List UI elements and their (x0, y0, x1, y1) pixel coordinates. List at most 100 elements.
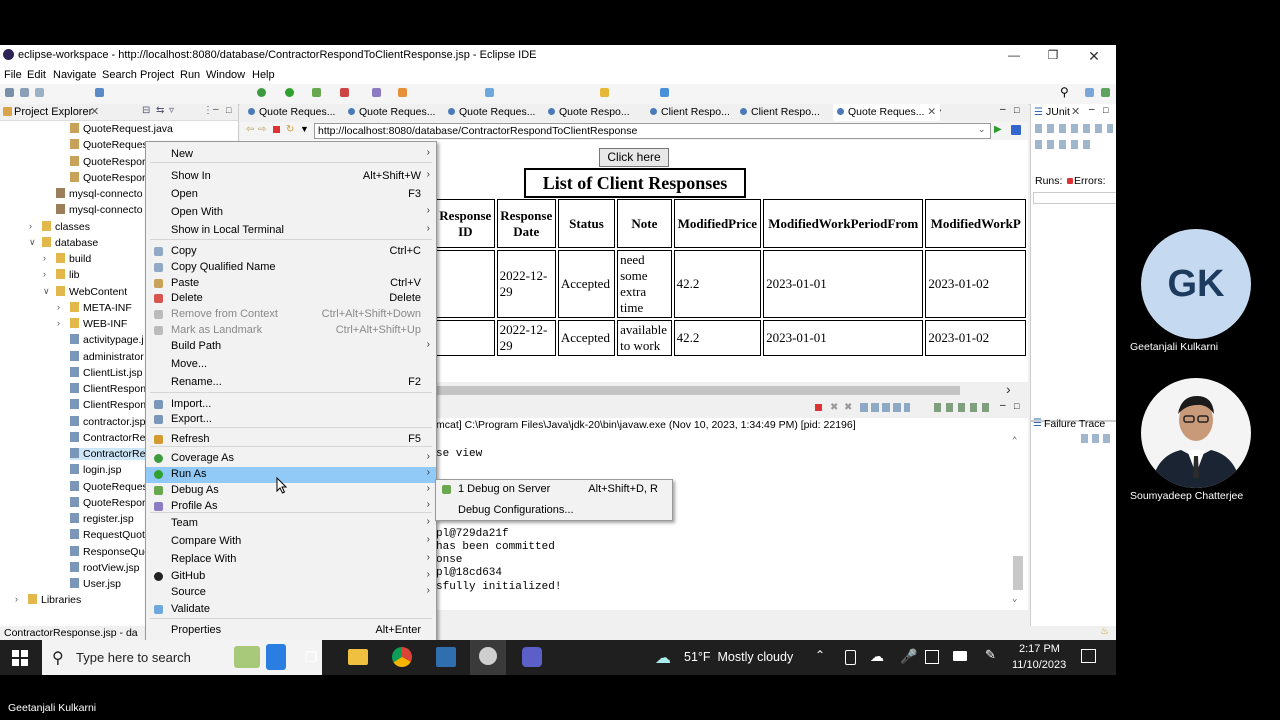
expand-toggle-icon[interactable]: › (57, 318, 60, 328)
editor-tab[interactable]: Quote Reques... ✕ (833, 104, 941, 121)
save-all-icon[interactable] (35, 88, 44, 97)
click-here-button[interactable]: Click here (599, 148, 669, 167)
tree-item[interactable]: login.jsp (70, 464, 122, 476)
editor-tab[interactable]: Quote Reques... (348, 106, 435, 118)
open-type-icon[interactable] (398, 88, 407, 97)
phone-link-icon[interactable] (845, 650, 856, 665)
junit-toolbar-icon[interactable] (1035, 124, 1113, 133)
tree-item[interactable]: QuoteReques (70, 480, 148, 493)
submenu-item-debug-on-server[interactable]: 1 Debug on Server Alt+Shift+D, R (436, 482, 672, 498)
expand-toggle-icon[interactable]: ∨ (29, 237, 36, 248)
menu-item-team[interactable]: Team › (146, 516, 436, 532)
menu-item-export[interactable]: Export... (146, 412, 436, 428)
junit-toolbar-icon[interactable] (1035, 140, 1095, 149)
expand-toggle-icon[interactable]: › (29, 221, 32, 231)
menu-item-rename[interactable]: Rename... F2 (146, 375, 436, 391)
search-toolbar-icon[interactable] (485, 88, 494, 97)
close-junit-icon[interactable]: ✕ (1071, 105, 1080, 118)
tree-item[interactable]: WebContent (56, 285, 127, 298)
terminal-icon[interactable] (95, 88, 104, 97)
menu-item-open[interactable]: Open F3 (146, 187, 436, 203)
maximize-junit-icon[interactable]: □ (1103, 105, 1108, 115)
remove-launch-icon[interactable]: ✖ (830, 402, 838, 413)
expand-toggle-icon[interactable]: › (43, 253, 46, 263)
tree-item[interactable]: ClientRespon (70, 399, 146, 411)
menu-item-show-in-local-terminal[interactable]: Show in Local Terminal › (146, 223, 436, 239)
task-view-icon[interactable]: ❐ (305, 649, 318, 666)
expand-toggle-icon[interactable]: › (15, 594, 18, 604)
menu-item-validate[interactable]: Validate (146, 602, 436, 618)
menu-item-coverage-as[interactable]: Coverage As › (146, 451, 436, 467)
menu-item-import[interactable]: Import... (146, 397, 436, 413)
teams-icon[interactable] (522, 647, 542, 667)
menu-item-open-with[interactable]: Open With › (146, 205, 436, 221)
tree-item[interactable]: QuoteRespor (70, 171, 145, 184)
menu-item-compare-with[interactable]: Compare With › (146, 534, 436, 550)
debug-icon[interactable] (257, 88, 266, 97)
tree-item[interactable]: ResponseQuo (70, 545, 150, 558)
menu-item-paste[interactable]: Paste Ctrl+V (146, 276, 436, 292)
forward-icon[interactable]: ⇨ (258, 124, 266, 135)
search-icon[interactable]: ⚲ (1060, 85, 1069, 99)
console-scroll-up-icon[interactable]: ⌃ (1012, 436, 1017, 446)
taskbar-search-box[interactable]: ⚲ Type here to search (42, 640, 322, 675)
mysql-workbench-icon[interactable] (436, 647, 456, 667)
tree-item[interactable]: ContractorRe (70, 448, 152, 460)
eclipse-taskbar-icon[interactable] (479, 647, 497, 665)
tree-item[interactable]: QuoteReques (70, 139, 148, 151)
clock-time[interactable]: 2:17 PM (1019, 643, 1060, 655)
menu-run[interactable]: Run (180, 69, 200, 81)
editor-tab[interactable]: Quote Reques... (248, 106, 335, 118)
windows-start-icon[interactable] (12, 650, 28, 666)
submenu-item-debug-configurations[interactable]: Debug Configurations... (436, 503, 672, 519)
run-icon[interactable] (285, 88, 294, 97)
stop-icon[interactable] (273, 126, 280, 133)
expand-toggle-icon[interactable]: › (43, 269, 46, 279)
prev-edit-icon[interactable] (600, 88, 609, 97)
expand-toggle-icon[interactable]: ∨ (43, 286, 50, 297)
console-scrollbar-thumb[interactable] (1013, 556, 1023, 590)
save-icon[interactable] (20, 88, 29, 97)
tree-item[interactable]: QuoteRespor (70, 155, 145, 168)
filter-icon[interactable]: ▿ (169, 105, 174, 116)
console-actions-icon[interactable] (860, 403, 910, 412)
open-external-browser-icon[interactable] (1011, 125, 1021, 135)
menu-item-replace-with[interactable]: Replace With › (146, 552, 436, 568)
minimize-junit-icon[interactable]: – (1089, 104, 1095, 115)
failure-trace-toolbar-icon[interactable] (1081, 434, 1111, 443)
maximize-editor-icon[interactable]: □ (1014, 105, 1019, 115)
junit-tab[interactable]: JUnit (1046, 106, 1070, 118)
console-view-icon[interactable] (934, 403, 994, 412)
back-icon[interactable]: ⇦ (246, 124, 254, 135)
tree-item[interactable]: RequestQuot (70, 529, 145, 541)
tree-item[interactable]: Libraries (28, 594, 81, 606)
screen-icon[interactable] (925, 650, 939, 664)
tree-item[interactable]: ClientList.jsp (70, 366, 143, 379)
expand-toggle-icon[interactable]: › (57, 302, 60, 312)
tree-item[interactable]: META-INF (70, 301, 132, 314)
terminate-icon[interactable] (815, 404, 822, 411)
menu-file[interactable]: File (4, 69, 22, 81)
new-server-icon[interactable] (372, 88, 381, 97)
menu-item-properties[interactable]: Properties Alt+Enter (146, 623, 436, 639)
editor-tab[interactable]: Client Respo... (740, 106, 820, 118)
tree-item[interactable]: ClientRespon (70, 383, 146, 395)
weather-text[interactable]: 51°F Mostly cloudy (684, 650, 793, 664)
tree-item[interactable]: build (56, 253, 91, 265)
microphone-icon[interactable]: 🎤 (900, 648, 917, 665)
tree-item[interactable]: User.jsp (70, 578, 121, 590)
menu-help[interactable]: Help (252, 69, 275, 81)
project-explorer-title[interactable]: Project Explorer (14, 106, 92, 118)
tree-item[interactable]: mysql-connecto (56, 188, 143, 200)
tree-item[interactable]: QuoteRespor (70, 496, 145, 509)
editor-tab[interactable]: Quote Reques... (448, 106, 535, 118)
minimize-view-icon[interactable]: – (213, 104, 219, 115)
new-icon[interactable] (5, 88, 14, 97)
menu-item-build-path[interactable]: Build Path › (146, 339, 436, 355)
tree-item[interactable]: QuoteRequest.java (70, 123, 173, 135)
go-icon[interactable]: ▶ (994, 124, 1002, 135)
notification-icon[interactable]: ♨ (1100, 626, 1109, 637)
onedrive-icon[interactable]: ☁ (870, 648, 884, 665)
editor-tab[interactable]: Quote Respo... (548, 106, 630, 118)
collapse-all-icon[interactable]: ⊟ (142, 105, 150, 116)
